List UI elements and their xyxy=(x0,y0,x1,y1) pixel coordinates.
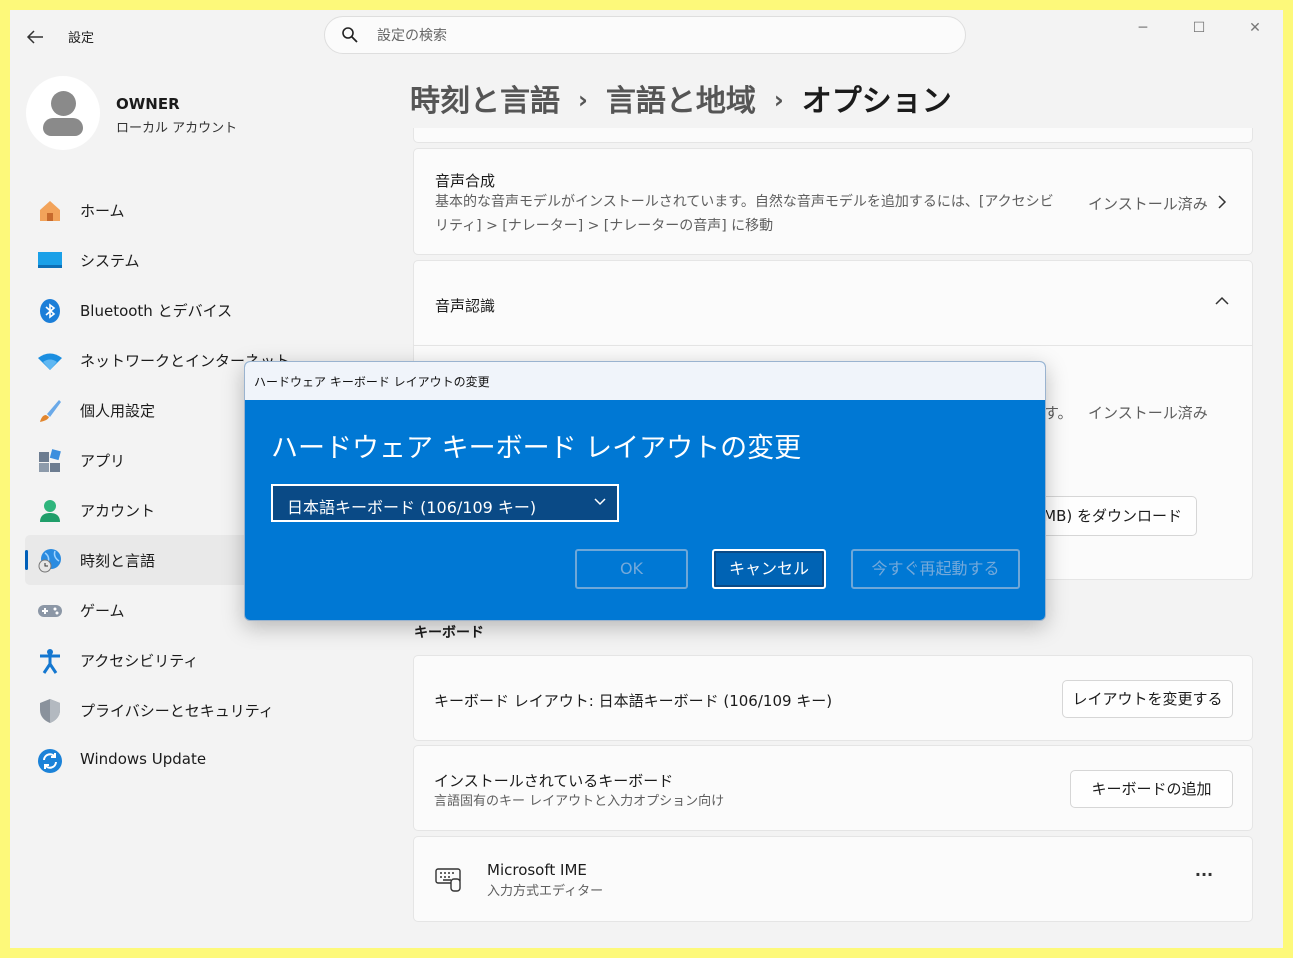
shield-icon xyxy=(40,699,60,723)
cancel-button[interactable]: キャンセル xyxy=(712,549,826,589)
sidebar-item-label: Windows Update xyxy=(80,750,207,768)
keyboard-icon xyxy=(435,868,461,892)
dialog-titlebar[interactable]: ハードウェア キーボード レイアウトの変更 xyxy=(245,362,1045,400)
bluetooth-icon xyxy=(40,299,60,323)
dialog-heading: ハードウェア キーボード レイアウトの変更 xyxy=(271,433,802,464)
breadcrumb-language-region[interactable]: 言語と地域 xyxy=(606,84,756,119)
back-arrow-icon xyxy=(26,30,43,44)
home-icon xyxy=(40,201,60,221)
sidebar-item-label: ゲーム xyxy=(80,602,125,620)
sidebar-item-label: Bluetooth とデバイス xyxy=(80,302,233,320)
sidebar-item-label: 個人用設定 xyxy=(80,402,156,420)
previous-card-edge xyxy=(413,128,1253,143)
ime-title: Microsoft IME xyxy=(487,861,587,879)
chevron-up-icon[interactable] xyxy=(1214,295,1230,307)
account-icon xyxy=(40,500,60,522)
settings-window: 設定 ─ ☐ ✕ OWNER ローカル アカウント ホーム システム Bluet… xyxy=(10,10,1283,948)
chevron-right-icon[interactable] xyxy=(1216,194,1228,210)
sidebar-item-label: システム xyxy=(80,252,140,270)
sidebar-item-label: ホーム xyxy=(80,202,125,220)
installed-keyboards-subtitle: 言語固有のキー レイアウトと入力オプション向け xyxy=(434,794,725,809)
avatar-head xyxy=(51,91,76,116)
wifi-icon xyxy=(38,353,62,370)
user-name: OWNER xyxy=(116,95,180,113)
more-options-button[interactable]: ··· xyxy=(1184,865,1224,893)
installed-keyboards-card: インストールされているキーボード 言語固有のキー レイアウトと入力オプション向け… xyxy=(413,745,1253,831)
accessibility-icon xyxy=(40,649,60,674)
sidebar-item-label: 時刻と言語 xyxy=(80,552,156,570)
system-icon xyxy=(38,252,62,268)
app-title: 設定 xyxy=(68,31,95,46)
ok-button[interactable]: OK xyxy=(575,549,688,589)
dialog-window-title: ハードウェア キーボード レイアウトの変更 xyxy=(254,375,490,389)
sidebar-item-windows-update[interactable]: Windows Update xyxy=(25,735,355,785)
sidebar-item-label: アクセシビリティ xyxy=(80,652,199,670)
breadcrumb-time-language[interactable]: 時刻と言語 xyxy=(410,84,560,119)
breadcrumb: 時刻と言語 › 言語と地域 › オプション xyxy=(410,76,952,122)
speech-recognition-suffix: す。 xyxy=(1044,404,1073,422)
speech-synthesis-description: 基本的な音声モデルがインストールされています。自然な音声モデルを追加するには、[… xyxy=(435,194,1054,234)
speech-recognition-title: 音声認識 xyxy=(435,297,496,315)
search-icon xyxy=(342,27,358,43)
search-box[interactable] xyxy=(324,16,966,54)
sidebar-item-home[interactable]: ホーム xyxy=(25,185,355,235)
speech-recognition-status: インストール済み xyxy=(1088,404,1208,422)
update-icon xyxy=(38,749,62,773)
sidebar-item-accessibility[interactable]: アクセシビリティ xyxy=(25,635,355,685)
minimize-button[interactable]: ─ xyxy=(1120,15,1166,41)
sidebar-item-label: アプリ xyxy=(80,452,126,470)
keyboard-layout-select[interactable]: 日本語キーボード (106/109 キー) xyxy=(271,484,619,522)
sidebar-item-label: プライバシーとセキュリティ xyxy=(80,702,274,720)
keyboard-section-heading: キーボード xyxy=(414,625,484,641)
avatar[interactable] xyxy=(26,76,100,150)
gamepad-icon xyxy=(38,605,62,617)
ime-card: Microsoft IME 入力方式エディター ··· xyxy=(413,836,1253,922)
user-account-type: ローカル アカウント xyxy=(116,121,238,136)
keyboard-layout-card: キーボード レイアウト: 日本語キーボード (106/109 キー) レイアウト… xyxy=(413,655,1253,741)
add-keyboard-button[interactable]: キーボードの追加 xyxy=(1070,770,1233,808)
back-button[interactable] xyxy=(24,26,46,48)
speech-synthesis-card[interactable]: 音声合成 基本的な音声モデルがインストールされています。自然な音声モデルを追加す… xyxy=(413,148,1253,255)
active-indicator xyxy=(25,550,28,570)
close-button[interactable]: ✕ xyxy=(1232,15,1278,41)
avatar-body xyxy=(43,118,83,136)
selected-layout: 日本語キーボード (106/109 キー) xyxy=(287,498,537,517)
installed-keyboards-title: インストールされているキーボード xyxy=(434,772,674,790)
search-input[interactable] xyxy=(375,24,939,48)
sidebar-item-bluetooth[interactable]: Bluetooth とデバイス xyxy=(25,285,355,335)
sidebar-item-label: アカウント xyxy=(80,502,156,520)
change-layout-button[interactable]: レイアウトを変更する xyxy=(1062,680,1233,718)
divider xyxy=(414,345,1252,346)
breadcrumb-separator: › xyxy=(773,86,784,114)
maximize-button[interactable]: ☐ xyxy=(1176,15,1222,41)
sidebar-item-system[interactable]: システム xyxy=(25,235,355,285)
apps-icon xyxy=(39,449,61,472)
ime-subtitle: 入力方式エディター xyxy=(487,884,604,899)
restart-now-button[interactable]: 今すぐ再起動する xyxy=(851,549,1020,589)
page-title: オプション xyxy=(801,84,952,119)
speech-synthesis-title: 音声合成 xyxy=(435,172,496,190)
chevron-down-icon xyxy=(594,498,606,506)
sidebar-item-privacy[interactable]: プライバシーとセキュリティ xyxy=(25,685,355,735)
time-language-icon xyxy=(38,549,61,573)
breadcrumb-separator: › xyxy=(578,86,588,114)
speech-synthesis-status: インストール済み xyxy=(1088,195,1208,213)
keyboard-layout-label: キーボード レイアウト: 日本語キーボード (106/109 キー) xyxy=(434,692,833,710)
change-keyboard-layout-dialog: ハードウェア キーボード レイアウトの変更 ハードウェア キーボード レイアウト… xyxy=(244,361,1046,621)
brush-icon xyxy=(40,400,61,422)
